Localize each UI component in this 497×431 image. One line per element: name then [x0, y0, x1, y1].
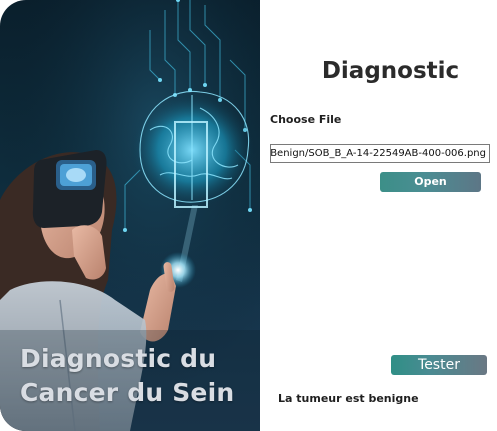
hero-image-panel: Diagnostic du Cancer du Sein — [0, 0, 260, 431]
hero-title-line2: Cancer du Sein — [20, 378, 235, 407]
test-button[interactable]: Tester — [391, 355, 487, 375]
open-button[interactable]: Open — [380, 172, 481, 192]
hero-title-line1: Diagnostic du — [20, 344, 217, 373]
file-path-input[interactable]: Benign/SOB_B_A-14-22549AB-400-006.png — [270, 144, 490, 163]
choose-file-label: Choose File — [270, 113, 342, 126]
hero-title: Diagnostic du Cancer du Sein — [20, 342, 255, 410]
app-window: Diagnostic du Cancer du Sein Diagnostic … — [0, 0, 497, 431]
result-text: La tumeur est benigne — [278, 392, 419, 405]
file-path-value: Benign/SOB_B_A-14-22549AB-400-006.png — [270, 148, 486, 159]
page-title: Diagnostic — [321, 58, 460, 84]
diagnostic-panel: Diagnostic Choose File Benign/SOB_B_A-14… — [260, 0, 497, 431]
